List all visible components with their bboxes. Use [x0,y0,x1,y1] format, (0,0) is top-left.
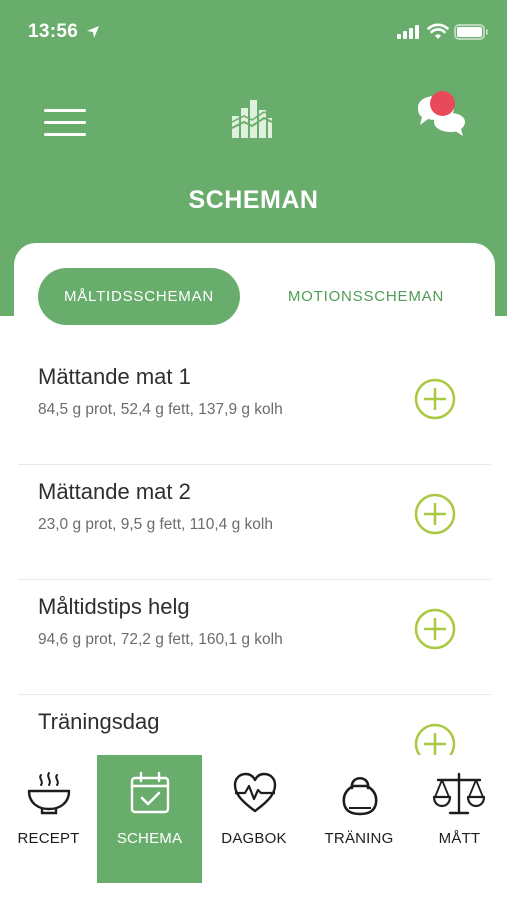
list-item[interactable]: Mättande mat 1 84,5 g prot, 52,4 g fett,… [18,350,491,465]
schedule-title: Mättande mat 2 [38,479,191,504]
cellular-signal-icon [397,25,419,39]
nav-item-dagbok[interactable]: DAGBOK [202,755,306,883]
list-item[interactable]: Måltidstips helg 94,6 g prot, 72,2 g fet… [18,580,491,695]
hamburger-menu-icon[interactable] [40,102,90,142]
nav-item-traning[interactable]: TRÄNING [306,755,412,883]
nav-label: SCHEMA [116,830,183,847]
schedule-title: Måltidstips helg [38,594,190,619]
bottom-navigation: RECEPT SCHEMA DAGBOK TRÄNING MÅTT [0,755,507,883]
app-logo-bars-icon [231,100,273,138]
schedule-nutrition: 84,5 g prot, 52,4 g fett, 137,9 g kolh [38,401,283,418]
status-bar: 13:56 [0,0,507,64]
battery-icon [454,24,488,40]
plus-circle-icon[interactable] [413,492,457,536]
plus-circle-icon[interactable] [413,607,457,651]
nav-item-matt[interactable]: MÅTT [412,755,507,883]
wifi-icon [427,23,449,39]
tab-maltidsscheman[interactable]: MÅLTIDSSCHEMAN [38,268,240,325]
list-item[interactable]: Mättande mat 2 23,0 g prot, 9,5 g fett, … [18,465,491,580]
nav-label: RECEPT [17,830,80,847]
nav-item-recept[interactable]: RECEPT [0,755,97,883]
calendar-check-icon [130,771,170,814]
schedule-nutrition: 94,6 g prot, 72,2 g fett, 160,1 g kolh [38,631,283,648]
schedule-nutrition: 23,0 g prot, 9,5 g fett, 110,4 g kolh [38,516,273,533]
schedule-title: Träningsdag [38,709,160,734]
nav-label: TRÄNING [324,830,394,847]
scale-icon [432,772,486,815]
home-indicator-area [0,883,507,900]
kettlebell-icon [342,776,378,816]
plus-circle-icon[interactable] [413,377,457,421]
tab-motionsscheman[interactable]: MOTIONSSCHEMAN [268,268,464,325]
heart-pulse-icon [233,772,277,813]
schedule-title: Mättande mat 1 [38,364,191,389]
nav-item-schema[interactable]: SCHEMA [97,755,202,883]
status-time: 13:56 [28,21,79,42]
nav-label: MÅTT [438,830,481,847]
page-title: SCHEMAN [188,186,319,214]
notification-badge [430,91,455,116]
nav-label: DAGBOK [221,830,287,847]
bowl-icon [27,772,71,815]
location-arrow-icon [87,26,99,38]
